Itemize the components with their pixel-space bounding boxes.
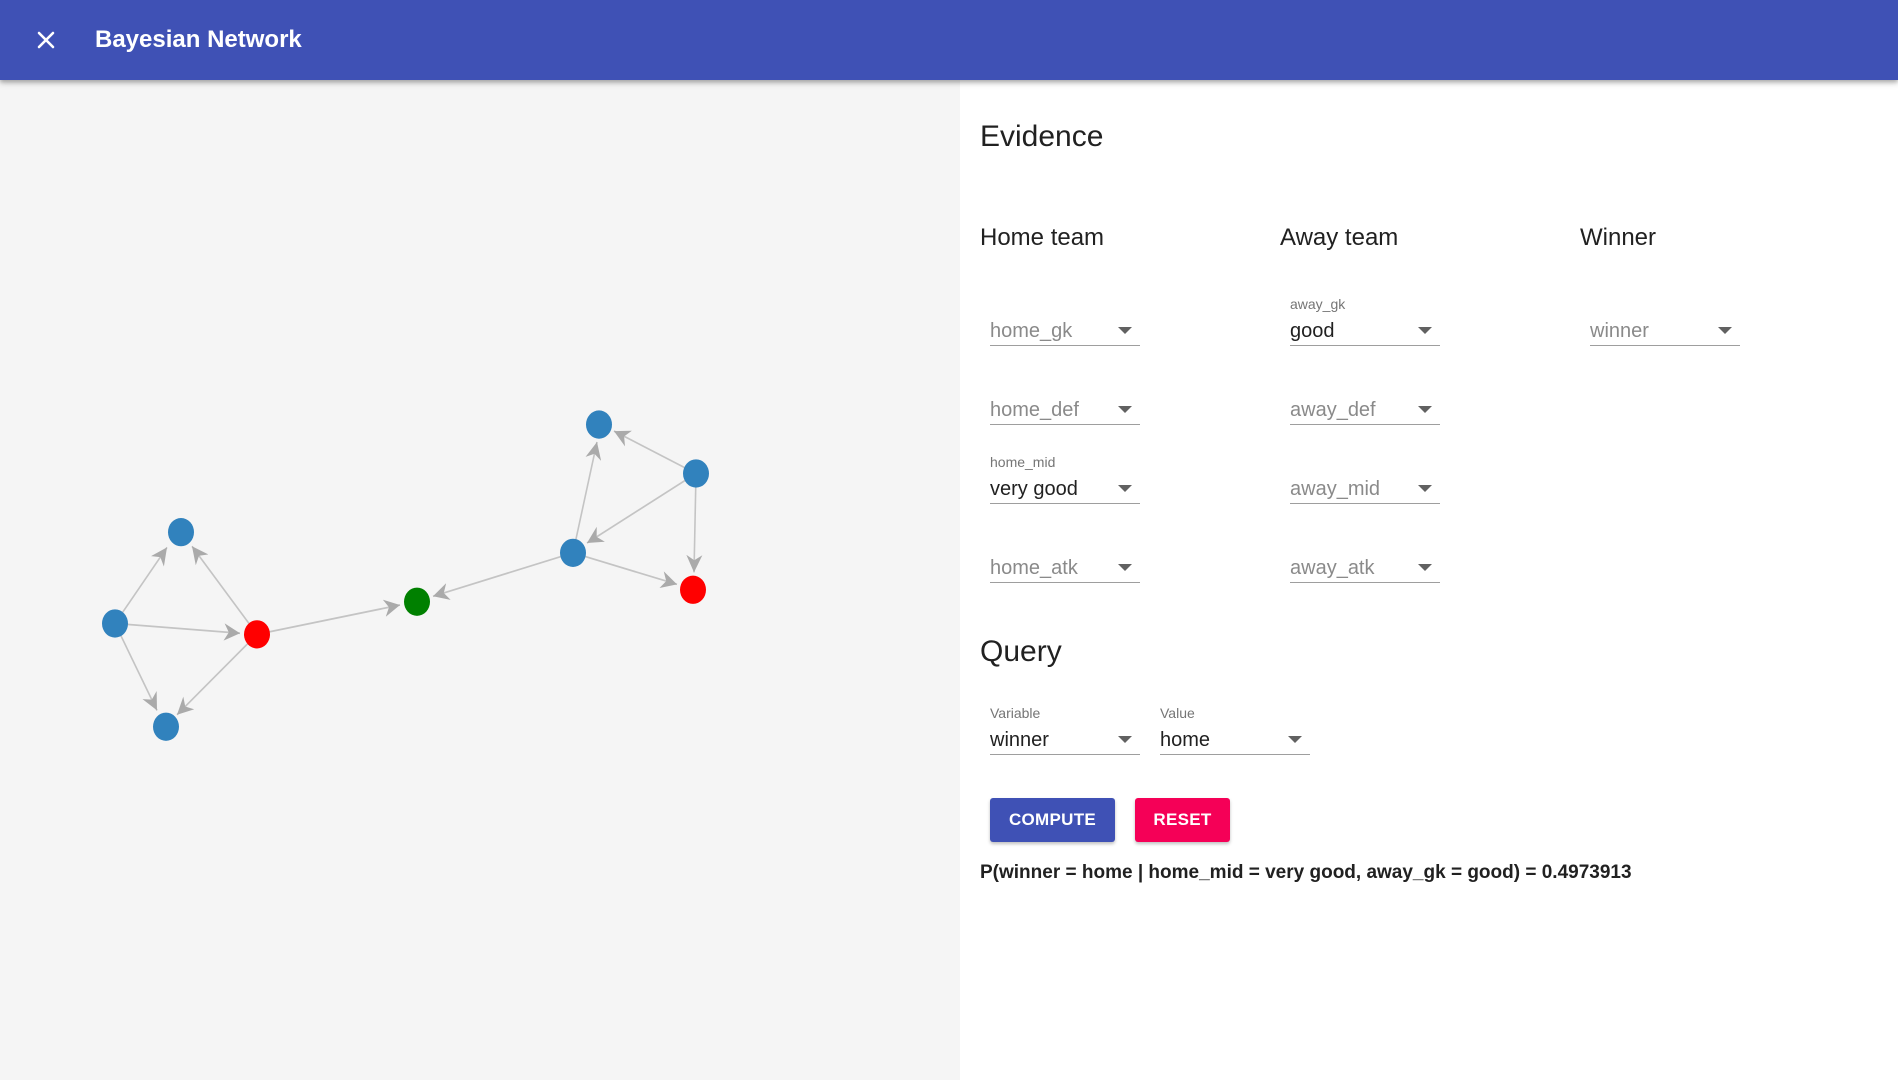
query-result: P(winner = home | home_mid = very good, … bbox=[980, 862, 1632, 883]
graph-edge bbox=[191, 545, 258, 635]
dropdown-arrow-icon bbox=[1118, 564, 1132, 571]
dropdown-arrow-icon bbox=[1118, 485, 1132, 492]
graph-edge bbox=[572, 551, 678, 589]
graph-edge bbox=[176, 633, 258, 716]
query-value-label: Value bbox=[1160, 705, 1195, 721]
graph-node[interactable] bbox=[244, 620, 270, 649]
dropdown-arrow-icon bbox=[1418, 485, 1432, 492]
home-mid-value: very good bbox=[990, 478, 1078, 500]
graph-node[interactable] bbox=[680, 575, 706, 604]
app-bar: Bayesian Network bbox=[0, 0, 1898, 80]
control-panel: Evidence Home team Away team Winner home… bbox=[980, 80, 1898, 1080]
home-atk-placeholder: home_atk bbox=[990, 557, 1078, 579]
dropdown-arrow-icon bbox=[1118, 406, 1132, 413]
home-gk-placeholder: home_gk bbox=[990, 320, 1073, 342]
evidence-title: Evidence bbox=[980, 120, 1104, 153]
graph-edge bbox=[572, 441, 602, 554]
query-variable-value: winner bbox=[990, 729, 1049, 751]
home-mid-label: home_mid bbox=[990, 454, 1056, 470]
away-atk-placeholder: away_atk bbox=[1290, 557, 1375, 579]
query-variable-select[interactable]: Variable winner bbox=[990, 699, 1140, 755]
dropdown-arrow-icon bbox=[1718, 327, 1732, 334]
query-value-select[interactable]: Value home bbox=[1160, 699, 1310, 755]
query-variable-label: Variable bbox=[990, 705, 1041, 721]
query-title: Query bbox=[980, 635, 1062, 668]
dropdown-arrow-icon bbox=[1418, 406, 1432, 413]
dropdown-arrow-icon bbox=[1418, 327, 1432, 334]
home-def-placeholder: home_def bbox=[990, 399, 1079, 421]
home-atk-select[interactable]: home_atk bbox=[990, 527, 1140, 583]
graph-node[interactable] bbox=[153, 712, 179, 741]
graph-edge bbox=[114, 623, 158, 711]
away-gk-label: away_gk bbox=[1290, 296, 1346, 312]
graph-edge bbox=[613, 430, 697, 475]
dropdown-arrow-icon bbox=[1418, 564, 1432, 571]
winner-placeholder: winner bbox=[1590, 320, 1649, 342]
graph-node[interactable] bbox=[586, 410, 612, 439]
network-graph-panel bbox=[0, 80, 960, 1080]
graph-node[interactable] bbox=[560, 538, 586, 567]
dropdown-arrow-icon bbox=[1288, 736, 1302, 743]
winner-select[interactable]: winner bbox=[1590, 290, 1740, 346]
reset-button[interactable]: RESET bbox=[1135, 798, 1230, 842]
graph-node[interactable] bbox=[168, 518, 194, 547]
away-mid-select[interactable]: away_mid bbox=[1290, 448, 1440, 504]
compute-button[interactable]: COMPUTE bbox=[990, 798, 1115, 842]
graph-node[interactable] bbox=[404, 587, 430, 616]
graph-edge bbox=[114, 622, 241, 641]
home-team-title: Home team bbox=[980, 224, 1105, 251]
query-value-value: home bbox=[1160, 729, 1211, 751]
graph-edge bbox=[686, 473, 703, 573]
dropdown-arrow-icon bbox=[1118, 736, 1132, 743]
away-mid-placeholder: away_mid bbox=[1290, 478, 1381, 500]
network-graph bbox=[102, 410, 709, 741]
graph-node[interactable] bbox=[683, 459, 709, 488]
app-title: Bayesian Network bbox=[95, 26, 302, 53]
graph-edge bbox=[114, 546, 168, 624]
away-def-placeholder: away_def bbox=[1290, 399, 1376, 421]
away-atk-select[interactable]: away_atk bbox=[1290, 527, 1440, 583]
home-mid-select[interactable]: home_mid very good bbox=[990, 448, 1140, 504]
graph-node[interactable] bbox=[102, 609, 128, 638]
away-team-title: Away team bbox=[1280, 224, 1399, 251]
graph-edge bbox=[586, 472, 697, 544]
winner-title: Winner bbox=[1580, 224, 1657, 251]
close-icon bbox=[37, 31, 55, 49]
home-def-select[interactable]: home_def bbox=[990, 369, 1140, 425]
away-gk-select[interactable]: away_gk good bbox=[1290, 290, 1440, 346]
away-gk-value: good bbox=[1290, 320, 1335, 342]
home-gk-select[interactable]: home_gk bbox=[990, 290, 1140, 346]
graph-edge bbox=[432, 551, 574, 600]
dropdown-arrow-icon bbox=[1118, 327, 1132, 334]
close-button[interactable] bbox=[22, 16, 70, 64]
away-def-select[interactable]: away_def bbox=[1290, 369, 1440, 425]
graph-edge bbox=[256, 599, 401, 636]
